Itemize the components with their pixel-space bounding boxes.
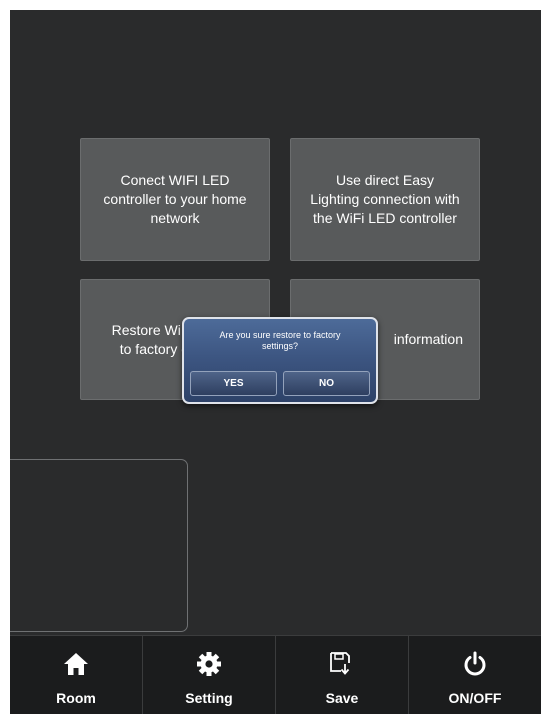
home-icon [63,650,89,678]
bottom-toolbar: Room Setting Save ON/OFF [10,635,541,714]
yes-button[interactable]: YES [190,371,277,396]
power-icon [462,650,488,678]
setting-button[interactable]: Setting [142,636,275,714]
no-button[interactable]: NO [283,371,370,396]
tile-label: information [393,331,463,347]
direct-connection-tile[interactable]: Use direct Easy Lighting connection with… [290,138,480,261]
on-off-button[interactable]: ON/OFF [408,636,541,714]
app-screen: Conect WIFI LED controller to your home … [10,10,541,714]
confirm-dialog: Are you sure restore to factory settings… [182,317,378,404]
connect-wifi-tile[interactable]: Conect WIFI LED controller to your home … [80,138,270,261]
setting-label: Setting [185,690,233,706]
gear-icon [196,650,222,678]
room-button[interactable]: Room [10,636,142,714]
tile-label: Conect WIFI LED controller to your home … [103,172,247,226]
save-button[interactable]: Save [275,636,408,714]
tile-label: Use direct Easy Lighting connection with… [310,172,460,226]
save-icon [329,650,355,678]
save-label: Save [325,690,359,706]
preview-panel [10,459,188,632]
room-label: Room [56,690,96,706]
dialog-message: Are you sure restore to factory settings… [219,330,341,351]
on-off-label: ON/OFF [448,690,502,706]
